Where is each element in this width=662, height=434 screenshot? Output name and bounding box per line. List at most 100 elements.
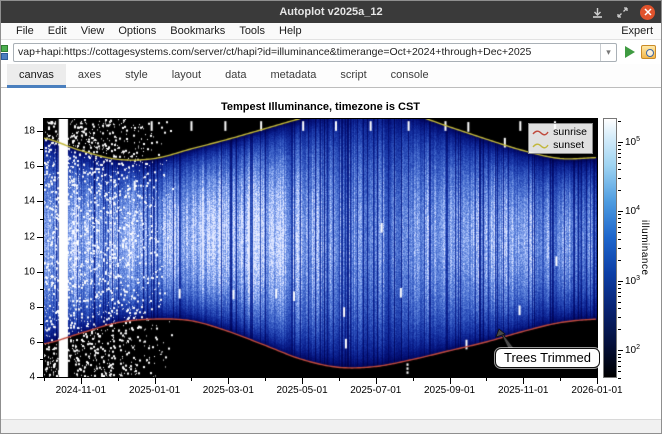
colorbar-minor-tick — [618, 239, 621, 240]
x-major-tick — [81, 378, 82, 384]
tab-script[interactable]: script — [328, 64, 378, 88]
y-tick-label: 10 — [11, 266, 35, 277]
colorbar-major-tick — [618, 281, 623, 282]
colorbar-tick-label: 104 — [625, 205, 640, 217]
colorbar-minor-tick — [618, 145, 621, 146]
y-minor-tick — [40, 149, 43, 150]
plot-frame[interactable]: sunrisesunset Trees Trimmed — [43, 118, 598, 378]
y-tick-label: 6 — [11, 336, 35, 347]
colorbar-major-tick — [618, 350, 623, 351]
colorbar-minor-tick — [618, 227, 621, 228]
colorbar-minor-tick — [618, 218, 621, 219]
inspect-uri-button[interactable] — [641, 45, 656, 59]
tab-axes[interactable]: axes — [66, 64, 113, 88]
x-tick-label: 2025-03-01 — [203, 385, 254, 396]
y-minor-tick — [40, 254, 43, 255]
window-controls — [590, 1, 655, 23]
y-major-tick — [37, 377, 43, 378]
go-play-button[interactable] — [622, 43, 638, 61]
tab-data[interactable]: data — [213, 64, 258, 88]
colorbar-minor-tick — [618, 149, 621, 150]
tab-canvas[interactable]: canvas — [7, 64, 66, 88]
menu-item-tools[interactable]: Tools — [232, 24, 272, 38]
address-input[interactable] — [14, 46, 600, 58]
tab-console[interactable]: console — [379, 64, 441, 88]
colorbar-minor-tick — [618, 260, 621, 261]
y-tick-label: 18 — [11, 126, 35, 137]
menu-item-options[interactable]: Options — [111, 24, 163, 38]
colorbar-minor-tick — [618, 378, 621, 379]
x-tick-label: 2024-11-01 — [56, 385, 106, 396]
x-minor-tick — [413, 378, 414, 381]
x-major-tick — [228, 378, 229, 384]
legend-item-sunrise: sunrise — [532, 126, 587, 138]
colorbar-minor-tick — [618, 121, 621, 122]
status-bar — [1, 419, 661, 433]
tab-layout[interactable]: layout — [160, 64, 213, 88]
x-major-tick — [523, 378, 524, 384]
y-major-tick — [37, 201, 43, 202]
colorbar-minor-tick — [618, 354, 621, 355]
minimize-icon[interactable] — [590, 5, 604, 19]
x-tick-label: 2026-01-01 — [571, 385, 622, 396]
address-field: ▾ — [13, 43, 617, 62]
colorbar-minor-tick — [618, 361, 621, 362]
x-minor-tick — [339, 378, 340, 381]
colorbar[interactable] — [603, 118, 617, 378]
colorbar-tick-label: 103 — [625, 275, 640, 287]
menu-bar: FileEditViewOptionsBookmarksToolsHelp Exp… — [1, 23, 661, 40]
y-minor-tick — [40, 219, 43, 220]
y-major-tick — [37, 166, 43, 167]
legend-line-sunrise — [532, 128, 549, 137]
y-tick-label: 16 — [11, 161, 35, 172]
menu-item-file[interactable]: File — [9, 24, 41, 38]
x-tick-label: 2025-01-01 — [129, 385, 180, 396]
y-major-tick — [37, 272, 43, 273]
colorbar-minor-tick — [618, 232, 621, 233]
y-tick-label: 4 — [11, 372, 35, 383]
x-minor-tick — [44, 378, 45, 381]
maximize-icon[interactable] — [615, 5, 629, 19]
tab-style[interactable]: style — [113, 64, 160, 88]
colorbar-major-tick — [618, 142, 623, 143]
colorbar-minor-tick — [618, 288, 621, 289]
menu-item-view[interactable]: View — [74, 24, 112, 38]
title-bar[interactable]: Autoplot v2025a_12 — [1, 1, 661, 23]
colorbar-minor-tick — [618, 284, 621, 285]
datasource-icon — [1, 42, 10, 62]
x-minor-tick — [486, 378, 487, 381]
annotation-trees-trimmed[interactable]: Trees Trimmed — [495, 348, 600, 368]
colorbar-minor-tick — [618, 190, 621, 191]
y-minor-tick — [40, 184, 43, 185]
plot-title: Tempest Illuminance, timezone is CST — [43, 101, 598, 113]
expert-mode-label[interactable]: Expert — [621, 25, 653, 37]
menu-item-edit[interactable]: Edit — [41, 24, 74, 38]
colorbar-minor-tick — [618, 296, 621, 297]
colorbar-major-tick — [618, 211, 623, 212]
colorbar-tick-label: 105 — [625, 136, 640, 148]
y-tick-label: 14 — [11, 196, 35, 207]
colorbar-minor-tick — [618, 366, 621, 367]
legend: sunrisesunset — [528, 123, 593, 154]
close-icon[interactable] — [640, 5, 655, 20]
colorbar-minor-tick — [618, 163, 621, 164]
x-major-tick — [597, 378, 598, 384]
tab-metadata[interactable]: metadata — [259, 64, 329, 88]
y-minor-tick — [40, 289, 43, 290]
colorbar-minor-tick — [618, 329, 621, 330]
x-major-tick — [450, 378, 451, 384]
colorbar-minor-tick — [618, 157, 621, 158]
plot-canvas-area[interactable]: Tempest Illuminance, timezone is CST sun… — [1, 88, 661, 419]
menu-item-bookmarks[interactable]: Bookmarks — [163, 24, 232, 38]
y-minor-tick — [40, 324, 43, 325]
x-minor-tick — [265, 378, 266, 381]
chevron-down-icon[interactable]: ▾ — [600, 44, 616, 61]
x-tick-label: 2025-07-01 — [350, 385, 401, 396]
colorbar-minor-tick — [618, 222, 621, 223]
menu-item-help[interactable]: Help — [272, 24, 309, 38]
colorbar-tick-label: 102 — [625, 344, 640, 356]
legend-item-sunset: sunset — [532, 139, 587, 151]
colorbar-minor-tick — [618, 248, 621, 249]
colorbar-minor-tick — [618, 214, 621, 215]
x-major-tick — [302, 378, 303, 384]
